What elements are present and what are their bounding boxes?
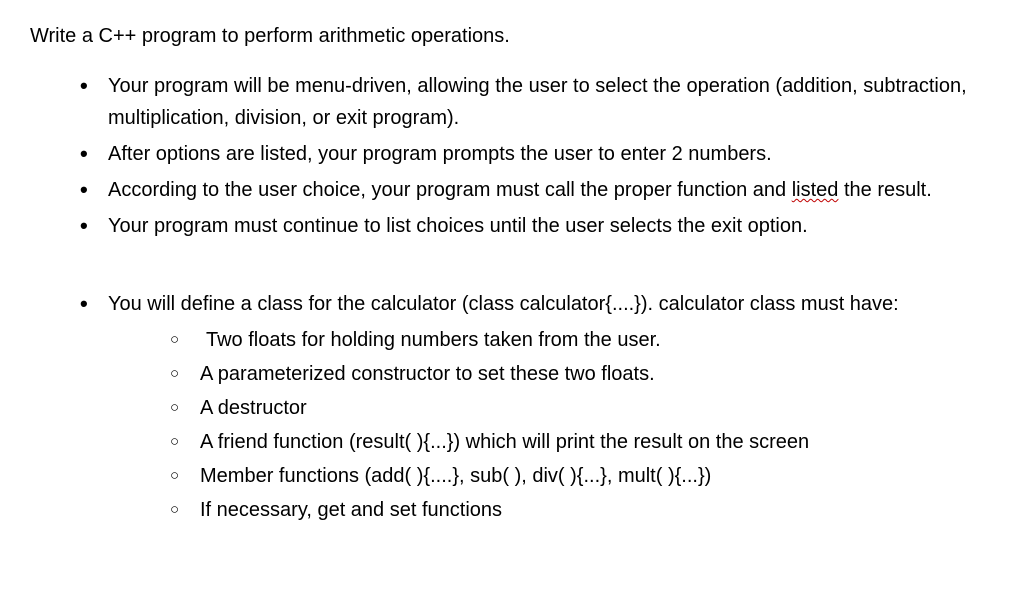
bullet-item: Your program must continue to list choic… bbox=[80, 210, 994, 242]
document-title: Write a C++ program to perform arithmeti… bbox=[30, 20, 994, 52]
spacer bbox=[30, 246, 994, 288]
sub-bullet-text: A parameterized constructor to set these… bbox=[200, 363, 655, 385]
bullet-text: Your program must continue to list choic… bbox=[108, 215, 808, 237]
sub-bullet-item: If necessary, get and set functions bbox=[170, 494, 994, 526]
outer-list: Your program will be menu-driven, allowi… bbox=[30, 70, 994, 242]
sub-bullet-text: If necessary, get and set functions bbox=[200, 499, 502, 521]
sub-bullet-item: Member functions (add( ){....}, sub( ), … bbox=[170, 460, 994, 492]
bullet-text-prefix: According to the user choice, your progr… bbox=[108, 179, 792, 201]
sub-bullet-text: Two floats for holding numbers taken fro… bbox=[200, 329, 661, 351]
sub-bullet-text: A friend function (result( ){...}) which… bbox=[200, 431, 809, 453]
sub-bullet-item: A friend function (result( ){...}) which… bbox=[170, 426, 994, 458]
outer-list-2: You will define a class for the calculat… bbox=[30, 288, 994, 526]
inner-list: Two floats for holding numbers taken fro… bbox=[108, 324, 994, 526]
bullet-text-suffix: the result. bbox=[838, 179, 931, 201]
sub-bullet-item: Two floats for holding numbers taken fro… bbox=[170, 324, 994, 356]
sub-bullet-text: A destructor bbox=[200, 397, 307, 419]
sub-bullet-text: Member functions (add( ){....}, sub( ), … bbox=[200, 465, 711, 487]
sub-bullet-item: A parameterized constructor to set these… bbox=[170, 358, 994, 390]
bullet-text: After options are listed, your program p… bbox=[108, 143, 772, 165]
bullet-item: You will define a class for the calculat… bbox=[80, 288, 994, 526]
bullet-text: You will define a class for the calculat… bbox=[108, 293, 899, 315]
wavy-underline-word: listed bbox=[792, 179, 839, 201]
bullet-item: According to the user choice, your progr… bbox=[80, 174, 994, 206]
bullet-item: After options are listed, your program p… bbox=[80, 138, 994, 170]
bullet-item: Your program will be menu-driven, allowi… bbox=[80, 70, 994, 134]
sub-bullet-item: A destructor bbox=[170, 392, 994, 424]
bullet-text: Your program will be menu-driven, allowi… bbox=[108, 75, 967, 129]
